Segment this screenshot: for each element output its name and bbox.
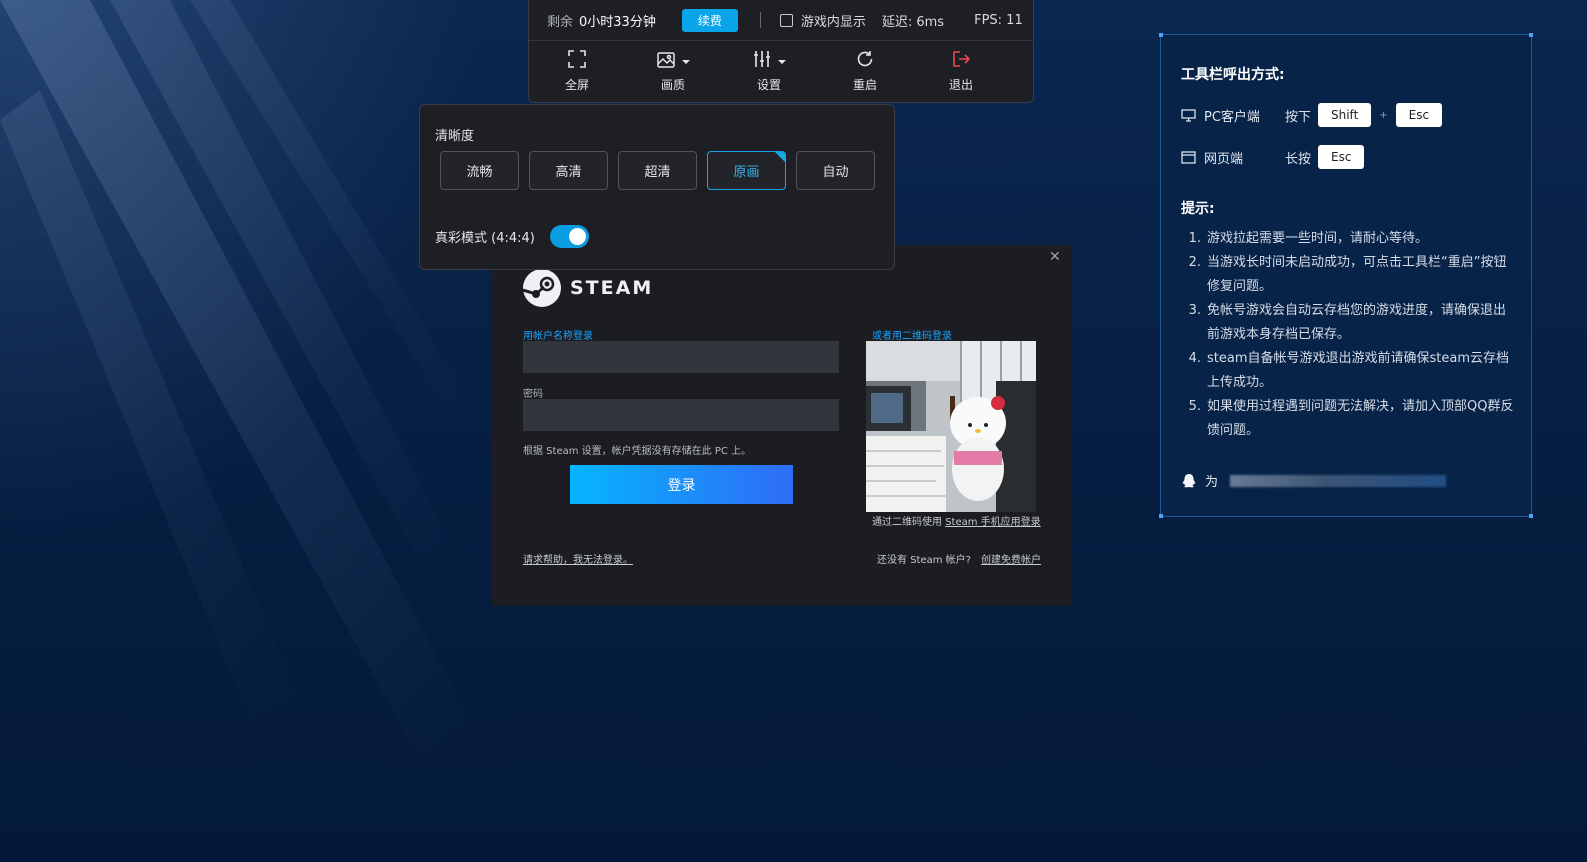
selection-handle bbox=[1529, 514, 1533, 518]
true-color-toggle[interactable] bbox=[549, 225, 589, 248]
true-color-row: 真彩模式 (4:4:4) bbox=[435, 225, 589, 248]
fullscreen-icon bbox=[568, 49, 586, 68]
list-item: 3. 免帐号游戏会自动云存档您的游戏进度，请确保退出前游戏本身存档已保存。 bbox=[1181, 299, 1517, 347]
tip-text: 免帐号游戏会自动云存档您的游戏进度，请确保退出前游戏本身存档已保存。 bbox=[1207, 303, 1507, 342]
tip-text: steam自备帐号游戏退出游戏前请确保steam云存档上传成功。 bbox=[1207, 351, 1509, 390]
no-account-label: 还没有 Steam 帐户? bbox=[877, 555, 971, 566]
clarity-popup: 清晰度 流畅 高清 超清 原画 自动 真彩模式 (4:4:4) bbox=[419, 104, 895, 270]
qr-login-label: 或者用二维码登录 bbox=[872, 331, 952, 342]
qr-caption-text: 通过二维码使用 bbox=[872, 517, 946, 528]
toolbar-actions-row: 全屏 画质 设置 重启 退出 bbox=[529, 41, 1033, 102]
toolbar-help-panel: 工具栏呼出方式: PC客户端 按下 Shift + Esc 网页端 长按 Esc… bbox=[1159, 33, 1533, 518]
login-button[interactable]: 登录 bbox=[570, 465, 793, 504]
tip-text: 当游戏长时间未启动成功，可点击工具栏“重启”按钮修复问题。 bbox=[1207, 255, 1507, 294]
divider bbox=[759, 12, 761, 28]
credentials-note: 根据 Steam 设置，帐户凭据没有存储在此 PC 上。 bbox=[523, 446, 752, 457]
toolbar-status-row: 剩余 0小时33分钟 续费 游戏内显示 延迟: 6ms FPS: 11 bbox=[529, 0, 1033, 41]
cloud-game-toolbar: 剩余 0小时33分钟 续费 游戏内显示 延迟: 6ms FPS: 11 全屏 画… bbox=[528, 0, 1034, 103]
create-account-link[interactable]: 创建免费帐户 bbox=[981, 555, 1041, 566]
web-client-label: 网页端 bbox=[1204, 151, 1244, 167]
list-item: 1. 游戏拉起需要一些时间，请耐心等待。 bbox=[1181, 227, 1517, 251]
list-item: 4. steam自备帐号游戏退出游戏前请确保steam云存档上传成功。 bbox=[1181, 347, 1517, 395]
web-shortcut-row: 网页端 长按 Esc bbox=[1181, 145, 1365, 169]
image-quality-button[interactable]: 画质 bbox=[625, 41, 721, 102]
qr-caption: 通过二维码使用 Steam 手机应用登录 bbox=[872, 513, 1041, 528]
settings-button[interactable]: 设置 bbox=[721, 41, 817, 102]
exit-icon bbox=[953, 50, 971, 67]
image-quality-label: 画质 bbox=[660, 77, 685, 92]
settings-label: 设置 bbox=[756, 77, 781, 92]
clarity-option-ultra-hd[interactable]: 超清 bbox=[618, 151, 697, 190]
restart-label: 重启 bbox=[852, 77, 877, 92]
monitor-icon bbox=[1181, 108, 1196, 122]
clarity-option-auto[interactable]: 自动 bbox=[796, 151, 875, 190]
fullscreen-button[interactable]: 全屏 bbox=[529, 41, 625, 102]
help-cant-login-link[interactable]: 请求帮助，我无法登录。 bbox=[523, 551, 633, 566]
checkbox-box[interactable] bbox=[779, 13, 793, 27]
list-item: 5. 如果使用过程遇到问题无法解决，请加入顶部QQ群反馈问题。 bbox=[1181, 395, 1517, 443]
remaining-time: 0小时33分钟 bbox=[579, 14, 656, 30]
pc-client-label: PC客户端 bbox=[1204, 109, 1260, 125]
esc-key: Esc bbox=[1395, 103, 1443, 127]
clarity-option-smooth[interactable]: 流畅 bbox=[440, 151, 519, 190]
password-input[interactable] bbox=[523, 399, 839, 431]
browser-window-icon bbox=[1181, 150, 1196, 164]
exit-label: 退出 bbox=[948, 77, 973, 92]
long-press-label: 长按 bbox=[1285, 151, 1312, 167]
selection-handle bbox=[1529, 33, 1533, 37]
image-quality-icon bbox=[657, 51, 675, 68]
qq-penguin-icon bbox=[1182, 473, 1196, 487]
chevron-down-icon bbox=[778, 59, 786, 64]
press-label: 按下 bbox=[1285, 109, 1312, 125]
fullscreen-label: 全屏 bbox=[564, 77, 589, 92]
esc-key: Esc bbox=[1318, 145, 1365, 169]
steam-logo-icon bbox=[523, 269, 561, 307]
settings-sliders-icon bbox=[754, 50, 770, 67]
pc-shortcut-row: PC客户端 按下 Shift + Esc bbox=[1181, 103, 1443, 127]
clarity-option-original[interactable]: 原画 bbox=[707, 151, 786, 190]
steam-wordmark: STEAM bbox=[570, 277, 654, 299]
no-account-text: 还没有 Steam 帐户? 创建免费帐户 bbox=[877, 551, 1041, 566]
account-name-label: 用帐户名称登录 bbox=[523, 331, 593, 342]
steam-login-window: ✕ STEAM 用帐户名称登录 或者用二维码登录 密码 根据 Steam 设置，… bbox=[491, 245, 1071, 606]
tip-text: 如果使用过程遇到问题无法解决，请加入顶部QQ群反馈问题。 bbox=[1207, 399, 1514, 438]
latency-readout: 延迟: 6ms bbox=[881, 14, 945, 30]
steam-logo: STEAM bbox=[523, 269, 653, 307]
qq-group-prefix: 为 bbox=[1205, 475, 1219, 490]
list-item: 2. 当游戏长时间未启动成功，可点击工具栏“重启”按钮修复问题。 bbox=[1181, 251, 1517, 299]
selection-handle bbox=[1159, 514, 1163, 518]
account-name-input[interactable] bbox=[523, 341, 839, 373]
tip-text: 游戏拉起需要一些时间，请耐心等待。 bbox=[1207, 231, 1429, 246]
restart-button[interactable]: 重启 bbox=[817, 41, 913, 102]
renew-button[interactable]: 续费 bbox=[681, 8, 738, 32]
show-in-game-checkbox[interactable]: 游戏内显示 bbox=[779, 11, 866, 30]
qr-code-image bbox=[866, 341, 1036, 512]
tips-list: 1. 游戏拉起需要一些时间，请耐心等待。 2. 当游戏长时间未启动成功，可点击工具栏… bbox=[1181, 227, 1517, 443]
remaining-label: 剩余 bbox=[547, 14, 574, 30]
restart-icon bbox=[857, 50, 873, 66]
true-color-label: 真彩模式 (4:4:4) bbox=[435, 231, 535, 246]
redacted-qq-group bbox=[1230, 474, 1447, 487]
plus-sign: + bbox=[1379, 109, 1388, 121]
password-label: 密码 bbox=[523, 389, 543, 400]
steam-mobile-app-link[interactable]: Steam 手机应用登录 bbox=[945, 517, 1040, 528]
clarity-options: 流畅 高清 超清 原画 自动 bbox=[440, 151, 885, 190]
shift-key: Shift bbox=[1318, 103, 1372, 127]
selection-handle bbox=[1159, 33, 1163, 37]
chevron-down-icon bbox=[682, 59, 690, 64]
clarity-title: 清晰度 bbox=[435, 129, 475, 144]
qq-group-row: 为 bbox=[1181, 471, 1447, 490]
close-icon[interactable]: ✕ bbox=[1049, 250, 1063, 264]
tips-title: 提示: bbox=[1181, 201, 1215, 217]
clarity-option-hd[interactable]: 高清 bbox=[529, 151, 608, 190]
exit-button[interactable]: 退出 bbox=[913, 41, 1009, 102]
show-in-game-label: 游戏内显示 bbox=[800, 14, 866, 30]
toolbar-shortcut-title: 工具栏呼出方式: bbox=[1181, 67, 1285, 83]
fps-readout: FPS: 11 bbox=[974, 12, 1023, 28]
